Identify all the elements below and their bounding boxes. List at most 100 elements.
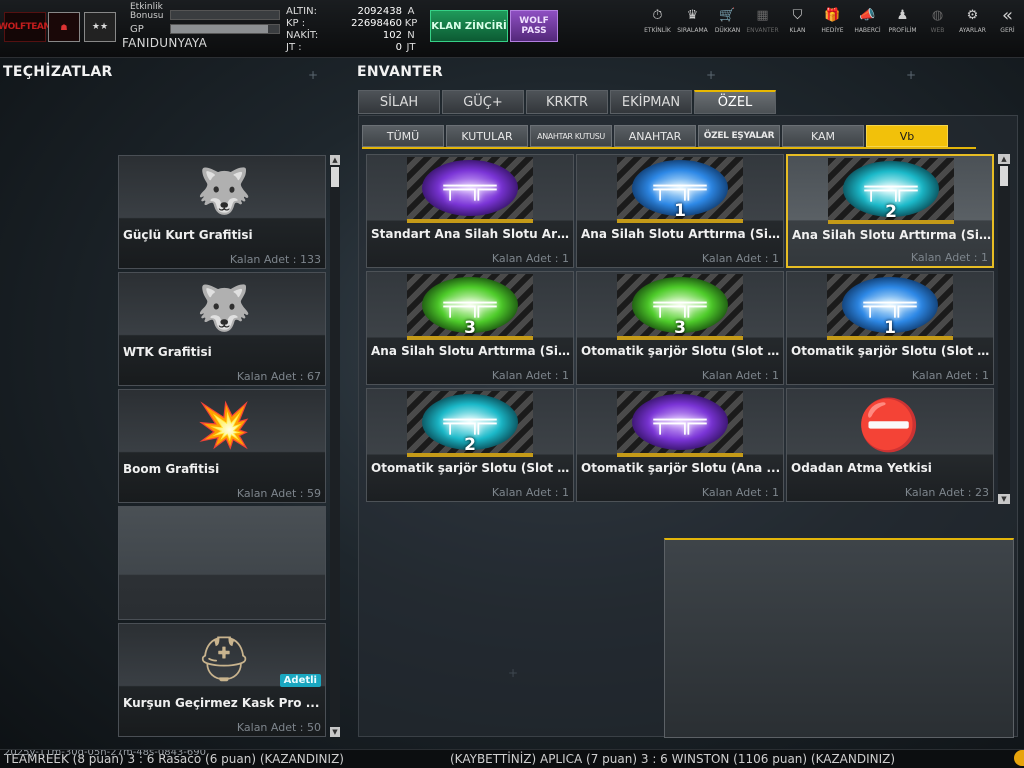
equipment-item-empty[interactable]: [118, 506, 326, 620]
rifle-icon: ╤═╦═: [653, 292, 707, 318]
tab-2[interactable]: KRKTR: [526, 90, 608, 114]
nav-label: KLAN: [789, 27, 806, 34]
nav-shield[interactable]: ⛉ KLAN: [780, 8, 815, 34]
nav-wolf-badge[interactable]: ♛ SIRALAMA: [675, 8, 710, 34]
wolf-pass-button[interactable]: WOLF PASS: [510, 10, 558, 42]
wtk-wolf-icon: 🐺: [196, 283, 252, 334]
weapon-slot-icon: ╤═╦═: [407, 157, 533, 223]
tab-4[interactable]: ÖZEL: [694, 90, 776, 114]
equipment-count: Kalan Adet : 59: [236, 487, 321, 500]
subtab-5[interactable]: KAM: [782, 125, 864, 147]
equipment-count: Kalan Adet : 67: [236, 370, 321, 383]
item-name: Otomatik şarjör Slotu (Slot 2): [371, 461, 571, 475]
rifle-icon: ╤═╦═: [443, 292, 497, 318]
scroll-up-icon[interactable]: ▲: [330, 155, 340, 165]
gp-label: GP: [130, 24, 144, 35]
rifle-icon: ╤═╦═: [443, 175, 497, 201]
nav-profile[interactable]: ♟ PROFİLİM: [885, 8, 920, 34]
equipment-scrollbar[interactable]: ▲ ▼: [330, 155, 340, 737]
inventory-item[interactable]: ╤═╦═ 2 Otomatik şarjör Slotu (Slot 2) Kalan…: [366, 388, 574, 502]
nav-stopwatch[interactable]: ⏱ ETKİNLİK: [640, 8, 675, 34]
inventory-item[interactable]: ╤═╦═ 1 Otomatik şarjör Slotu (Slot 1) Kalan…: [786, 271, 994, 385]
inventory-item[interactable]: ╤═╦═ 3 Ana Silah Slotu Arttırma (Sil... Kal…: [366, 271, 574, 385]
inventory-item[interactable]: ╤═╦═ 1 Ana Silah Slotu Arttırma (Sil... Kal…: [576, 154, 784, 268]
currency-row-altin: ALTIN: 2092438 A: [286, 6, 415, 17]
game-logo: WOLFTEAM: [0, 12, 52, 42]
coin-icon: [1014, 750, 1024, 766]
equipment-list: 🐺 Güçlü Kurt Grafitisi Kalan Adet : 133 …: [118, 155, 326, 740]
weapon-slot-icon: ╤═╦═ 3: [617, 274, 743, 340]
rifle-icon: ╤═╦═: [864, 176, 918, 202]
stopwatch-icon: ⏱: [652, 8, 663, 23]
inventory-item[interactable]: ╤═╦═ 2 Ana Silah Slotu Arttırma (Si... Kala…: [786, 154, 994, 268]
inventory-title: ENVANTER: [357, 64, 444, 80]
equipment-item[interactable]: 🐺 WTK Grafitisi Kalan Adet : 67: [118, 272, 326, 386]
inventory-item[interactable]: ╤═╦═ Otomatik şarjör Slotu (Ana ... Kalan …: [576, 388, 784, 502]
sub-tab-underline: [362, 147, 976, 149]
item-name: Otomatik şarjör Slotu (Slot 1): [791, 344, 991, 358]
klan-zinciri-button[interactable]: KLAN ZİNCİRİ: [430, 10, 508, 42]
subtab-1[interactable]: KUTULAR: [446, 125, 528, 147]
nav-cart[interactable]: 🛒 DÜKKAN: [710, 8, 745, 34]
nav-megaphone[interactable]: 📣 HABERCİ: [850, 8, 885, 34]
item-name: Otomatik şarjör Slotu (Ana ...: [581, 461, 781, 475]
item-name: Ana Silah Slotu Arttırma (Si...: [792, 228, 992, 242]
nav-label: HEDİYE: [821, 27, 844, 34]
tab-1[interactable]: GÜÇ+: [442, 90, 524, 114]
inventory-icon: ▦: [756, 8, 769, 23]
rank-badge-icon[interactable]: ☗: [48, 12, 80, 42]
nav-inventory[interactable]: ▦ ENVANTER: [745, 8, 780, 34]
nav-label: WEB: [930, 27, 945, 34]
nav-label: AYARLAR: [959, 27, 986, 34]
rifle-icon: ╤═╦═: [443, 409, 497, 435]
item-count: Kalan Adet : 1: [911, 369, 989, 382]
equipment-item[interactable]: ⛑ Adetli Kurşun Geçirmez Kask Pro ... Ka…: [118, 623, 326, 737]
ticker-timestamp: 2025y-11m-30d-05h-27m-48s-0843-690: [4, 749, 206, 758]
subtab-0[interactable]: TÜMÜ: [362, 125, 444, 147]
subtab-6[interactable]: Vb: [866, 125, 948, 147]
weapon-slot-icon: ╤═╦═ 1: [827, 274, 953, 340]
gp-bar: [170, 24, 280, 34]
inventory-scrollbar[interactable]: ▲ ▼: [998, 154, 1010, 504]
equipment-name: Boom Grafitisi: [123, 462, 220, 476]
scroll-down-icon[interactable]: ▼: [998, 494, 1010, 504]
decor-plus: +: [906, 68, 917, 82]
gift-icon: 🎁: [824, 8, 841, 23]
scroll-up-icon[interactable]: ▲: [998, 154, 1010, 164]
subtab-2[interactable]: ANAHTAR KUTUSU: [530, 125, 612, 147]
nav-globe[interactable]: ◍ WEB: [920, 8, 955, 34]
tab-3[interactable]: EKİPMAN: [610, 90, 692, 114]
tab-0[interactable]: SİLAH: [358, 90, 440, 114]
equipment-title: TEÇHİZATLAR: [3, 64, 113, 80]
item-name: Ana Silah Slotu Arttırma (Sil...: [581, 227, 781, 241]
top-bar: WOLFTEAM ☗ ★★ Etkinlik Bonusu GP FANIDUN…: [0, 0, 1024, 58]
stars-badge-icon[interactable]: ★★: [84, 12, 116, 42]
slot-number: 2: [885, 202, 897, 222]
inventory-item[interactable]: ╤═╦═ Standart Ana Silah Slotu Artt... Kala…: [366, 154, 574, 268]
item-count: Kalan Adet : 1: [491, 369, 569, 382]
subtab-4[interactable]: ÖZEL EŞYALAR: [698, 125, 780, 147]
inventory-item[interactable]: ╤═╦═ 3 Otomatik şarjör Slotu (Slot 3) Kalan…: [576, 271, 784, 385]
item-count: Kalan Adet : 1: [701, 486, 779, 499]
equipment-item[interactable]: 💥 Boom Grafitisi Kalan Adet : 59: [118, 389, 326, 503]
slot-number: 1: [674, 201, 686, 221]
nav-gift[interactable]: 🎁 HEDİYE: [815, 8, 850, 34]
nav-gear[interactable]: ⚙ AYARLAR: [955, 8, 990, 34]
nav-label: HABERCİ: [854, 27, 881, 34]
scroll-down-icon[interactable]: ▼: [330, 727, 340, 737]
equipment-name: Güçlü Kurt Grafitisi: [123, 228, 253, 242]
scroll-thumb[interactable]: [1000, 166, 1008, 186]
subtab-3[interactable]: ANAHTAR: [614, 125, 696, 147]
item-count: Kalan Adet : 1: [491, 486, 569, 499]
gear-icon: ⚙: [966, 8, 979, 23]
inventory-item[interactable]: ⛔ Odadan Atma Yetkisi Kalan Adet : 23: [786, 388, 994, 502]
currency-table: ALTIN: 2092438 A KP : 22698460 KP NAKİT:…: [286, 6, 420, 54]
nav-label: DÜKKAN: [714, 27, 741, 34]
currency-row-kp: KP : 22698460 KP: [286, 18, 418, 29]
item-count: Kalan Adet : 1: [701, 252, 779, 265]
equipment-item[interactable]: 🐺 Güçlü Kurt Grafitisi Kalan Adet : 133: [118, 155, 326, 269]
scroll-thumb[interactable]: [331, 167, 339, 187]
nav-back[interactable]: «GERİ: [990, 7, 1024, 35]
event-bonus-bar: [170, 10, 280, 20]
adetli-badge: Adetli: [279, 674, 321, 687]
